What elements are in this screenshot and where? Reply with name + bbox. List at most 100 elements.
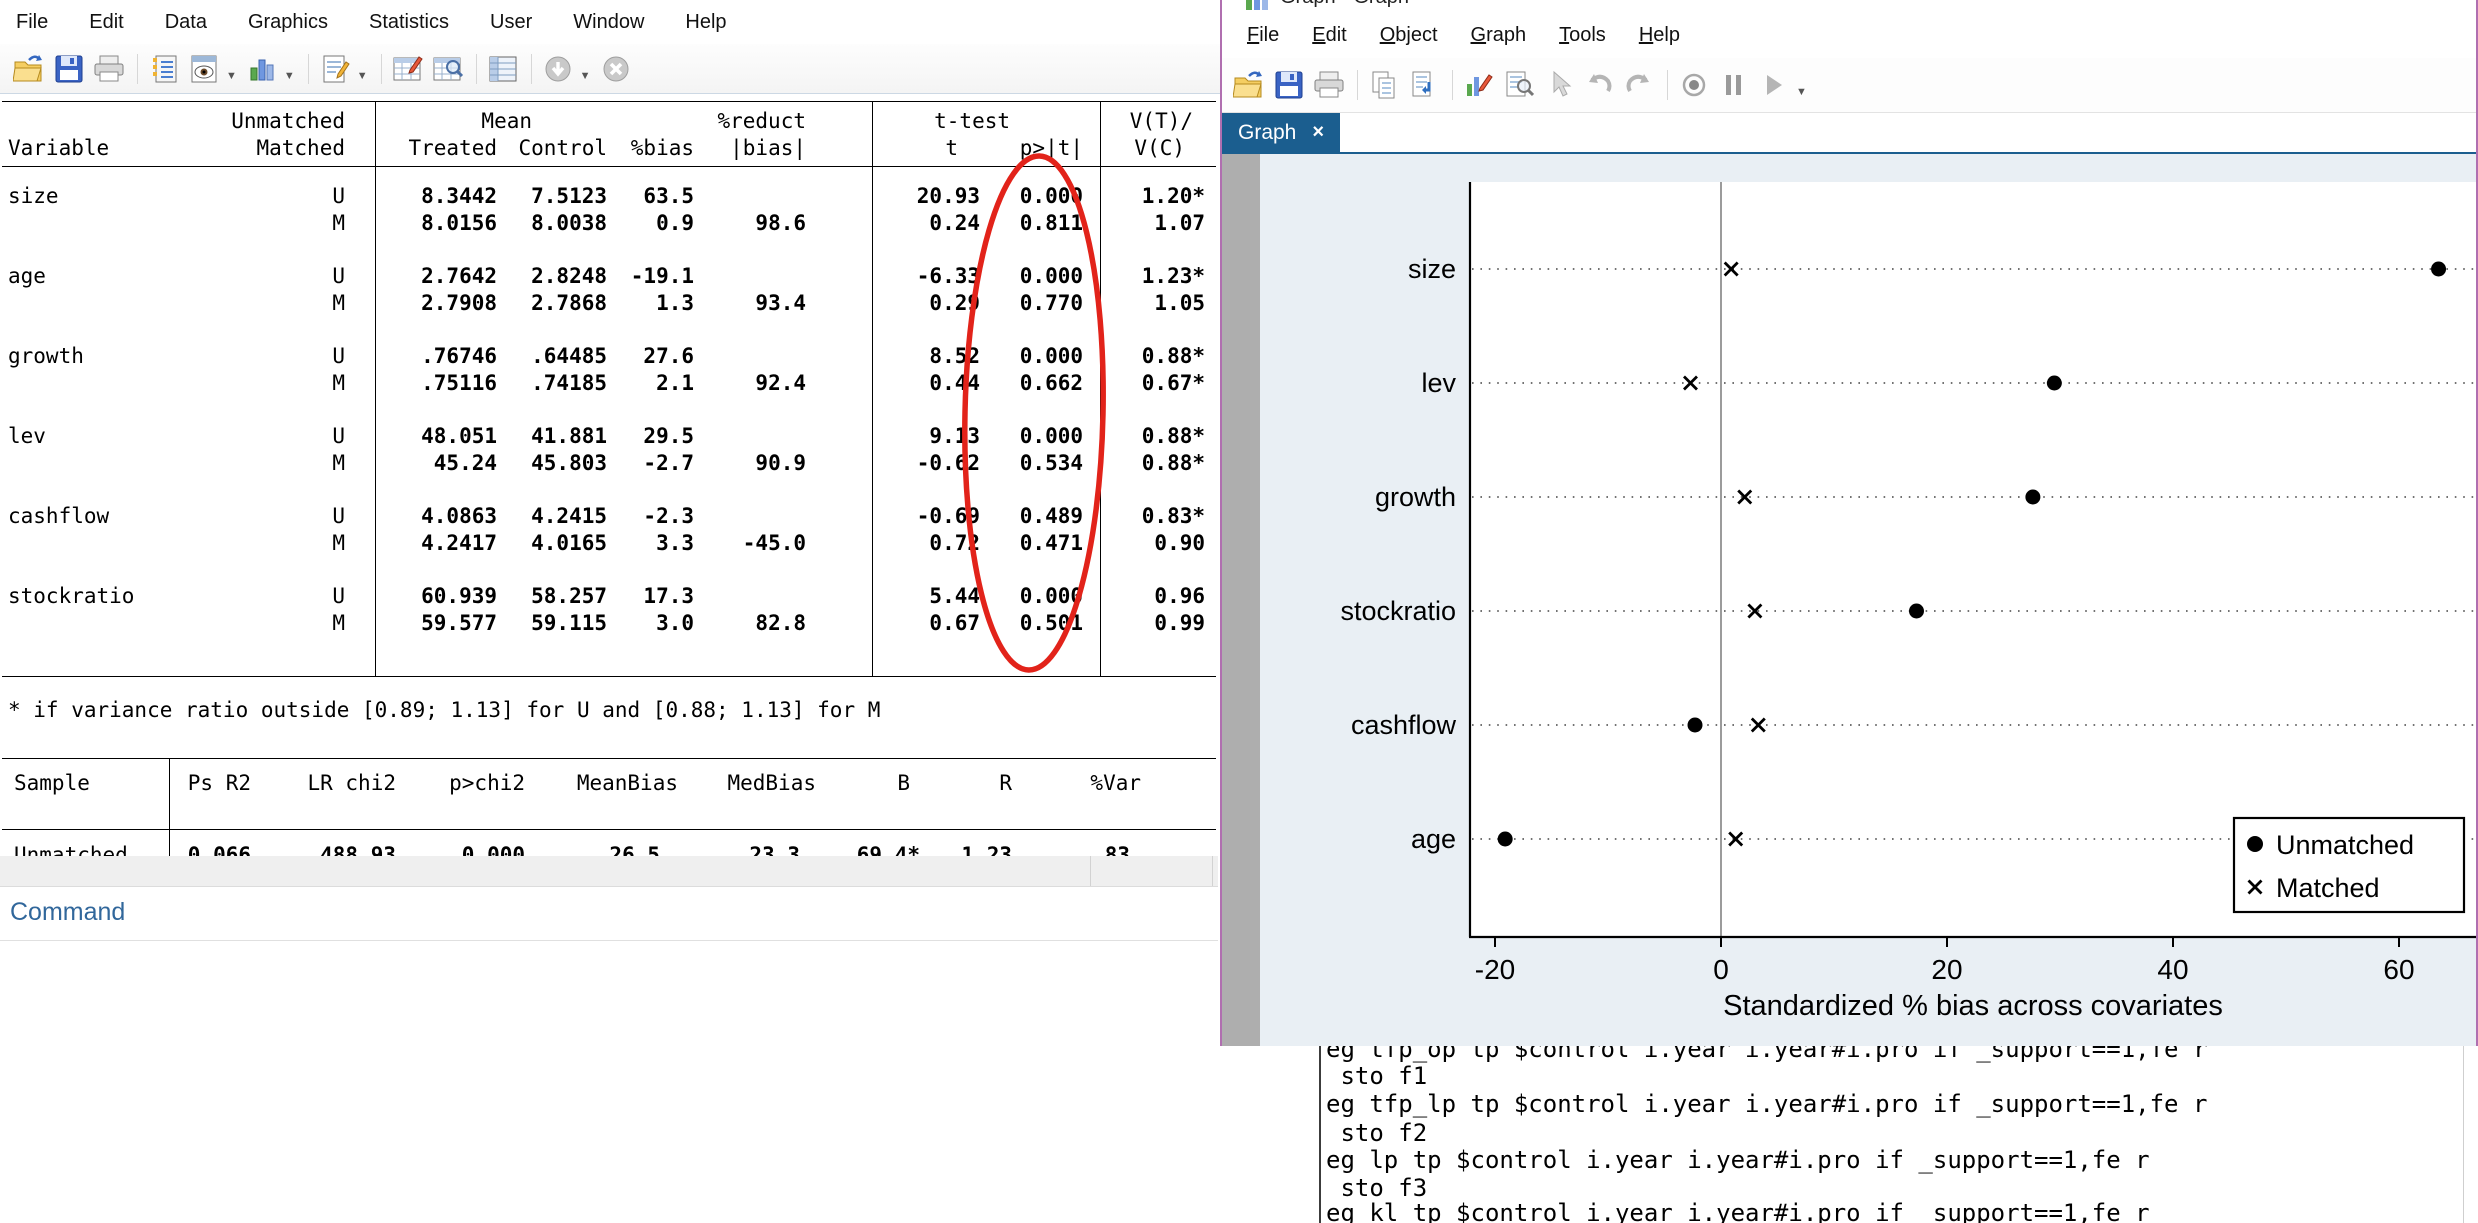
table-cell: 63.5 bbox=[643, 183, 694, 210]
col-header: Matched bbox=[256, 135, 345, 162]
p-value-cell: 0.501 bbox=[1020, 610, 1083, 637]
dofile-line[interactable]: eg tfp_lp tp $control i.year i.year#i.pr… bbox=[1326, 1091, 2207, 1118]
copy-icon[interactable] bbox=[1365, 66, 1403, 104]
col-header: p>|t| bbox=[1020, 135, 1083, 162]
table-cell: 92.4 bbox=[755, 370, 806, 397]
table-cell: 0.96 bbox=[1154, 583, 1205, 610]
sample-flag: U bbox=[332, 503, 345, 530]
graph-tabbar: Graph × bbox=[1222, 113, 2476, 154]
break-icon[interactable] bbox=[597, 50, 635, 88]
do-editor-icon[interactable] bbox=[316, 50, 354, 88]
dofile-line[interactable]: eg tfp_op tp $control i.year i.year#i.pr… bbox=[1326, 1046, 2207, 1063]
save-icon[interactable] bbox=[1270, 66, 1308, 104]
viewer-dropdown-icon[interactable]: ▼ bbox=[226, 70, 237, 82]
results-hscrollbar[interactable] bbox=[0, 856, 1218, 887]
menu-user[interactable]: User bbox=[490, 11, 532, 34]
graph-menu-graph[interactable]: Graph bbox=[1471, 24, 1527, 47]
menu-file[interactable]: File bbox=[16, 11, 48, 34]
paste-icon[interactable] bbox=[1405, 66, 1443, 104]
table-cell: 2.7868 bbox=[531, 290, 607, 317]
table-cell: 0.88* bbox=[1142, 450, 1205, 477]
table-cell: 1.20* bbox=[1142, 183, 1205, 210]
graph-menu-help[interactable]: Help bbox=[1639, 24, 1680, 47]
p-value-cell: 0.000 bbox=[1020, 263, 1083, 290]
dofile-line[interactable]: eg kl tp $control i.year i.year#i.pro if… bbox=[1326, 1200, 2150, 1223]
variable-name: size bbox=[8, 183, 59, 210]
do-editor-dropdown-icon[interactable]: ▼ bbox=[357, 70, 368, 82]
table-cell: 93.4 bbox=[755, 290, 806, 317]
col-header: %bias bbox=[631, 135, 694, 162]
menu-data[interactable]: Data bbox=[165, 11, 207, 34]
tab-graph[interactable]: Graph × bbox=[1222, 113, 1340, 152]
pause-icon[interactable] bbox=[1715, 66, 1753, 104]
category-label: lev bbox=[1421, 368, 1456, 398]
command-pane-divider bbox=[0, 940, 1218, 941]
variable-name: age bbox=[8, 263, 46, 290]
table-cell: 1.3 bbox=[656, 290, 694, 317]
dofile-line[interactable]: sto f1 bbox=[1326, 1063, 1427, 1090]
graph-menu-tools[interactable]: Tools bbox=[1559, 24, 1606, 47]
data-point-dot bbox=[1688, 718, 1703, 733]
open-icon[interactable] bbox=[1230, 66, 1268, 104]
table-cell: 1.23 bbox=[961, 842, 1012, 856]
menu-window[interactable]: Window bbox=[573, 11, 644, 34]
data-browser-icon[interactable] bbox=[429, 50, 467, 88]
plot-svg: sizelevgrowthstockratiocashflowage-20020… bbox=[1260, 154, 2476, 1046]
table-cell: 4.2415 bbox=[531, 503, 607, 530]
data-point-dot bbox=[2025, 490, 2040, 505]
table-cell: 0.99 bbox=[1154, 610, 1205, 637]
print-icon[interactable] bbox=[90, 50, 128, 88]
save-icon[interactable] bbox=[50, 50, 88, 88]
more-dropdown-icon[interactable]: ▼ bbox=[580, 70, 591, 82]
print-icon[interactable] bbox=[1310, 66, 1348, 104]
table-cell: 45.803 bbox=[531, 450, 607, 477]
graph-left-gutter bbox=[1222, 154, 1260, 1046]
table-cell: -0.69 bbox=[917, 503, 980, 530]
graph-dropdown-icon[interactable]: ▼ bbox=[284, 70, 295, 82]
undo-icon[interactable] bbox=[1580, 66, 1618, 104]
pointer-icon[interactable] bbox=[1540, 66, 1578, 104]
main-menubar: File Edit Data Graphics Statistics User … bbox=[0, 0, 1220, 44]
variables-manager-icon[interactable] bbox=[484, 50, 522, 88]
col-header: Variable bbox=[8, 135, 109, 162]
viewer-icon[interactable] bbox=[185, 50, 223, 88]
category-label: age bbox=[1411, 824, 1456, 854]
open-icon[interactable] bbox=[10, 50, 48, 88]
p-value-cell: 0.471 bbox=[1020, 530, 1083, 557]
data-editor-icon[interactable] bbox=[389, 50, 427, 88]
stata-main-window: File Edit Data Graphics Statistics User … bbox=[0, 0, 1220, 1223]
play-icon[interactable] bbox=[1755, 66, 1793, 104]
col-header: B bbox=[897, 770, 910, 797]
table-cell: 0.066 bbox=[188, 842, 251, 856]
graph-menu-edit[interactable]: Edit bbox=[1312, 24, 1346, 47]
command-pane-title: Command bbox=[10, 898, 125, 927]
graph-icon[interactable] bbox=[243, 50, 281, 88]
menu-help[interactable]: Help bbox=[685, 11, 726, 34]
dofile-line[interactable]: sto f3 bbox=[1326, 1175, 1427, 1202]
log-icon[interactable] bbox=[145, 50, 183, 88]
redo-icon[interactable] bbox=[1620, 66, 1658, 104]
table-cell: 2.7908 bbox=[421, 290, 497, 317]
col-header: Ps R2 bbox=[188, 770, 251, 797]
p-value-cell: 0.770 bbox=[1020, 290, 1083, 317]
table-cell: -2.7 bbox=[643, 450, 694, 477]
menu-graphics[interactable]: Graphics bbox=[248, 11, 328, 34]
menu-edit[interactable]: Edit bbox=[89, 11, 123, 34]
col-header: %reduct bbox=[717, 108, 806, 135]
sample-name: Unmatched bbox=[14, 842, 128, 856]
menu-statistics[interactable]: Statistics bbox=[369, 11, 449, 34]
rename-icon[interactable] bbox=[1500, 66, 1538, 104]
command-pane[interactable]: Command bbox=[0, 887, 1218, 1223]
graph-editor-icon[interactable] bbox=[1460, 66, 1498, 104]
graph-menu-object[interactable]: Object bbox=[1380, 24, 1438, 47]
dofile-line[interactable]: eg lp tp $control i.year i.year#i.pro if… bbox=[1326, 1147, 2150, 1174]
record-icon[interactable] bbox=[1675, 66, 1713, 104]
tab-close-icon[interactable]: × bbox=[1312, 121, 1324, 144]
toolbar-dropdown-icon[interactable]: ▼ bbox=[1796, 86, 1807, 98]
dofile-line[interactable]: sto f2 bbox=[1326, 1120, 1427, 1147]
table-cell: 3.0 bbox=[656, 610, 694, 637]
more-icon[interactable] bbox=[539, 50, 577, 88]
col-header: MedBias bbox=[727, 770, 816, 797]
col-header: t-test bbox=[934, 108, 1010, 135]
graph-menu-file[interactable]: File bbox=[1247, 24, 1279, 47]
